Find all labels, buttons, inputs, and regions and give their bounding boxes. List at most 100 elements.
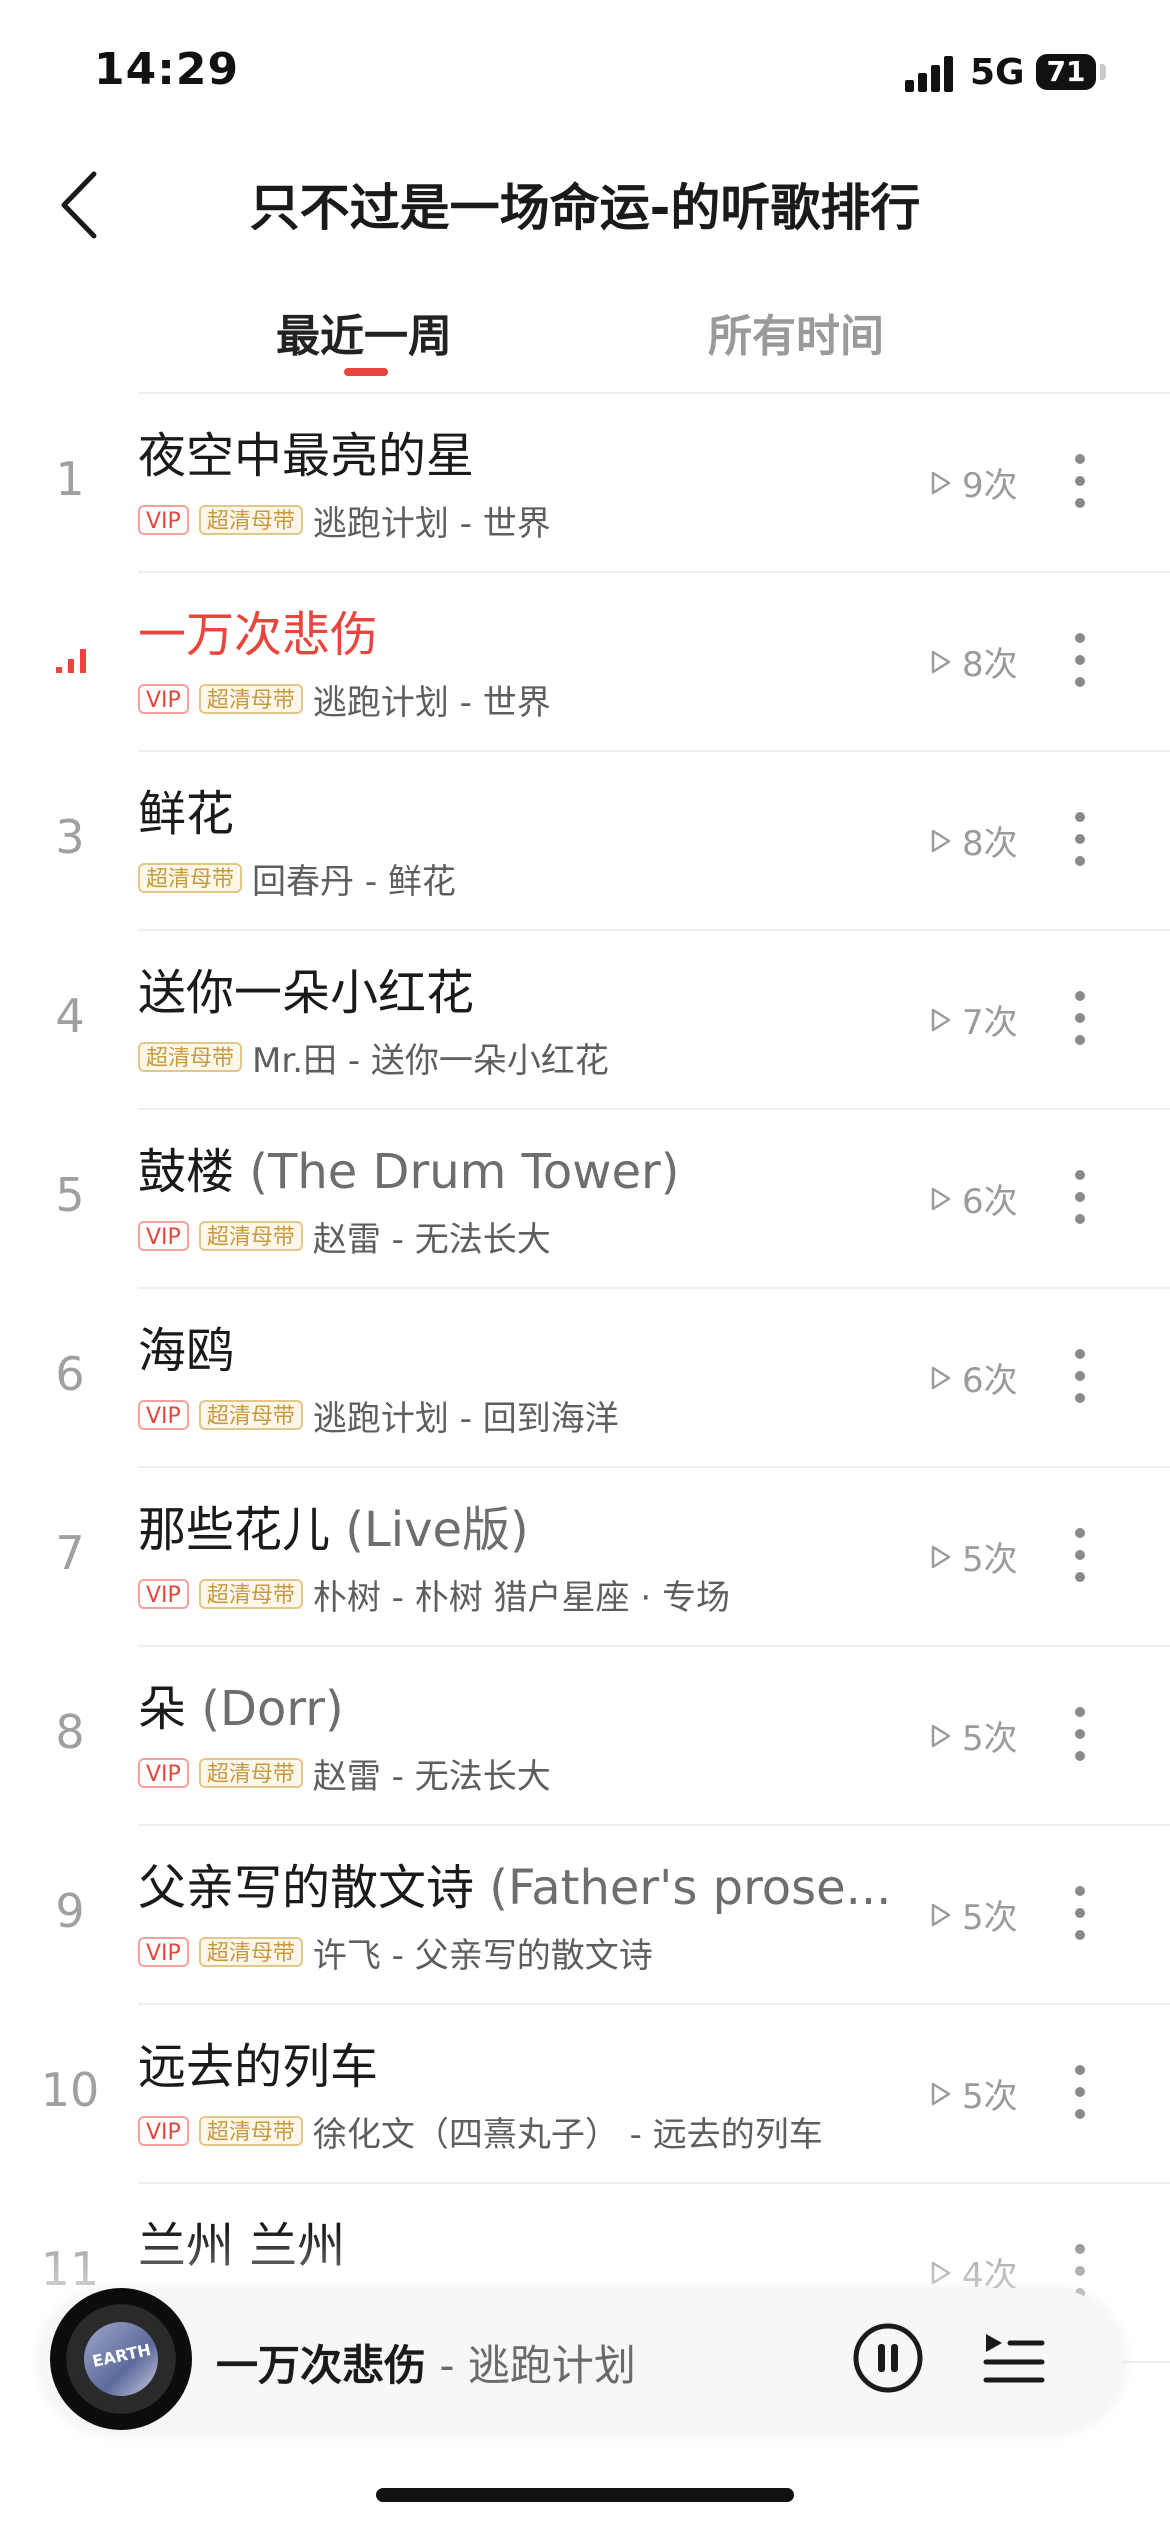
song-row[interactable]: 1 夜空中最亮的星 VIP 超清母带 逃跑计划 - 世界 9次: [0, 394, 1170, 573]
play-count-text: 5次: [962, 2077, 1018, 2117]
page-title: 只不过是一场命运-的听歌排行: [249, 179, 921, 237]
more-options-button[interactable]: [1062, 446, 1098, 516]
play-triangle-icon: [931, 1545, 951, 1568]
song-artist-album: 徐化文（四熹丸子） - 远去的列车: [312, 2114, 823, 2155]
vertical-dots-icon: [1075, 454, 1085, 464]
mini-player[interactable]: EARTH 一万次悲伤 - 逃跑计划: [42, 2288, 1122, 2430]
vertical-dots-icon: [1075, 1550, 1085, 1560]
play-count-text: 5次: [962, 1898, 1018, 1938]
song-row[interactable]: 6 海鸥 VIP 超清母带 逃跑计划 - 回到海洋 6次: [0, 1289, 1170, 1468]
play-count: 6次: [930, 1174, 1018, 1223]
play-count: 5次: [930, 2069, 1018, 2118]
hq-master-badge: 超清母带: [198, 1937, 303, 1967]
back-button[interactable]: [48, 160, 118, 250]
hq-master-badge: 超清母带: [198, 1400, 303, 1430]
song-row[interactable]: 7 那些花儿 (Live版) VIP 超清母带 朴树 - 朴树 猎户星座 · 专场 5次: [0, 1468, 1170, 1647]
tab-all-time[interactable]: 所有时间: [708, 300, 884, 364]
song-artist-album: Mr.田 - 送你一朵小红花: [252, 1040, 609, 1081]
now-playing-title[interactable]: 一万次悲伤 - 逃跑计划: [216, 2332, 636, 2393]
vip-badge: VIP: [138, 2116, 189, 2146]
play-count-text: 6次: [962, 1361, 1018, 1401]
more-options-button[interactable]: [1062, 1699, 1098, 1769]
song-rank: 9: [55, 1884, 85, 1938]
hq-master-badge: 超清母带: [138, 863, 243, 893]
vertical-dots-icon: [1075, 1214, 1085, 1224]
song-meta: VIP 超清母带 许飞 - 父亲写的散文诗: [138, 1932, 653, 1976]
song-title-subtitle: (Father's prose...: [489, 1860, 892, 1916]
more-options-button[interactable]: [1062, 1162, 1098, 1232]
vertical-dots-icon: [1075, 1170, 1085, 1180]
play-count-text: 9次: [962, 466, 1018, 506]
play-count: 5次: [930, 1890, 1018, 1939]
song-title-text: 鲜花: [138, 786, 235, 842]
more-options-button[interactable]: [1062, 1520, 1098, 1590]
song-row[interactable]: 5 鼓楼 (The Drum Tower) VIP 超清母带 赵雷 - 无法长大 6次: [0, 1110, 1170, 1289]
hq-master-badge: 超清母带: [198, 1758, 303, 1788]
vertical-dots-icon: [1075, 1908, 1085, 1918]
tab-recent-week[interactable]: 最近一周: [276, 300, 452, 364]
song-rank: 11: [40, 2242, 100, 2296]
playlist-icon: [983, 2334, 1045, 2383]
now-playing-artist: - 逃跑计划: [426, 2341, 636, 2390]
vertical-dots-icon: [1075, 1528, 1085, 1538]
more-options-button[interactable]: [1062, 2057, 1098, 2127]
song-title: 朵 (Dorr): [138, 1679, 908, 1739]
vertical-dots-icon: [1075, 1349, 1085, 1359]
song-rank: 7: [55, 1526, 85, 1580]
more-options-button[interactable]: [1062, 804, 1098, 874]
play-count-text: 5次: [962, 1719, 1018, 1759]
pause-icon: [853, 2323, 923, 2393]
song-title-text: 送你一朵小红花: [138, 965, 475, 1021]
vertical-dots-icon: [1075, 1729, 1085, 1739]
vip-badge: VIP: [138, 1937, 189, 1967]
vip-badge: VIP: [138, 1221, 189, 1251]
song-row[interactable]: 9 父亲写的散文诗 (Father's prose... VIP 超清母带 许飞 - 父…: [0, 1826, 1170, 2005]
hq-master-badge: 超清母带: [198, 1221, 303, 1251]
song-meta: 超清母带 Mr.田 - 送你一朵小红花: [138, 1037, 609, 1081]
song-row[interactable]: 3 鲜花 超清母带 回春丹 - 鲜花 8次: [0, 752, 1170, 931]
vertical-dots-icon: [1075, 2065, 1085, 2075]
song-row[interactable]: 一万次悲伤 VIP 超清母带 逃跑计划 - 世界 8次: [0, 573, 1170, 752]
playlist-button[interactable]: [972, 2324, 1052, 2394]
vertical-dots-icon: [1075, 655, 1085, 665]
vertical-dots-icon: [1075, 1393, 1085, 1403]
more-options-button[interactable]: [1062, 1878, 1098, 1948]
song-artist-album: 回春丹 - 鲜花: [252, 861, 456, 902]
song-row[interactable]: 4 送你一朵小红花 超清母带 Mr.田 - 送你一朵小红花 7次: [0, 931, 1170, 1110]
hq-master-badge: 超清母带: [198, 505, 303, 535]
more-options-button[interactable]: [1062, 983, 1098, 1053]
song-row[interactable]: 10 远去的列车 VIP 超清母带 徐化文（四熹丸子） - 远去的列车 5次: [0, 2005, 1170, 2184]
play-triangle-icon: [931, 471, 951, 494]
song-meta: VIP 超清母带 赵雷 - 无法长大: [138, 1753, 551, 1797]
song-meta: VIP 超清母带 逃跑计划 - 回到海洋: [138, 1395, 619, 1439]
song-title: 夜空中最亮的星: [138, 426, 908, 486]
play-count: 7次: [930, 995, 1018, 1044]
song-title: 鼓楼 (The Drum Tower): [138, 1142, 908, 1202]
song-meta: 超清母带 回春丹 - 鲜花: [138, 858, 456, 902]
network-type: 5G: [970, 52, 1025, 93]
song-title-text: 鼓楼: [138, 1144, 235, 1200]
more-options-button[interactable]: [1062, 625, 1098, 695]
vertical-dots-icon: [1075, 677, 1085, 687]
tab-indicator: [344, 368, 388, 376]
vip-badge: VIP: [138, 1758, 189, 1788]
vertical-dots-icon: [1075, 2244, 1085, 2254]
more-options-button[interactable]: [1062, 1341, 1098, 1411]
song-row[interactable]: 8朵 (Dorr) VIP 超清母带 赵雷 - 无法长大 5次: [0, 1647, 1170, 1826]
bars-icon: [56, 649, 86, 673]
vertical-dots-icon: [1075, 1707, 1085, 1717]
song-rank: 1: [55, 452, 85, 506]
song-title-subtitle: (Live版): [345, 1502, 529, 1558]
hq-master-badge: 超清母带: [198, 2116, 303, 2146]
battery-tip: [1100, 64, 1106, 80]
vertical-dots-icon: [1075, 834, 1085, 844]
song-list: 1 夜空中最亮的星 VIP 超清母带 逃跑计划 - 世界 9次一万次悲伤 VIP 超清母带 逃跑…: [0, 394, 1170, 2363]
song-title: 一万次悲伤: [138, 605, 908, 665]
play-count: 8次: [930, 816, 1018, 865]
song-artist-album: 许飞 - 父亲写的散文诗: [312, 1935, 653, 1976]
vip-badge: VIP: [138, 1400, 189, 1430]
vip-badge: VIP: [138, 684, 189, 714]
song-meta: VIP 超清母带 逃跑计划 - 世界: [138, 500, 551, 544]
album-art[interactable]: EARTH: [50, 2288, 192, 2430]
pause-button[interactable]: [848, 2318, 928, 2398]
